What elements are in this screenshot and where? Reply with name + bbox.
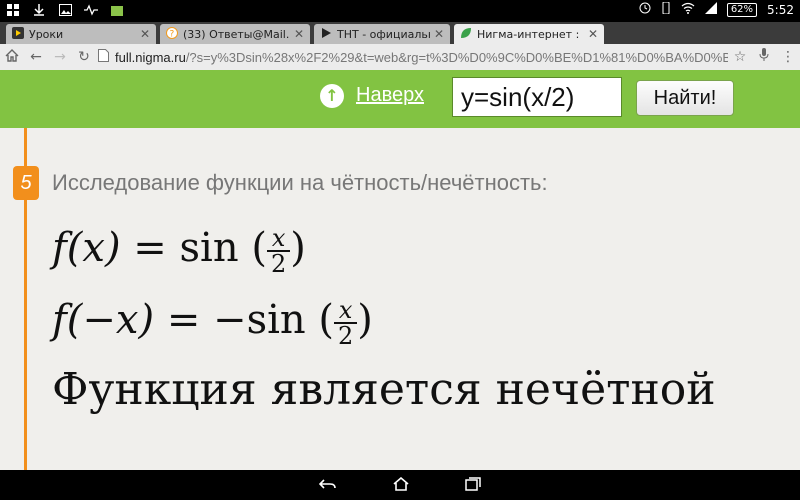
equation-lhs: f(−x) <box>52 297 155 343</box>
vibrate-icon <box>661 1 671 17</box>
alarm-icon <box>639 2 651 17</box>
back-icon[interactable] <box>318 476 337 495</box>
search-button[interactable]: Найти! <box>636 80 734 116</box>
play-icon <box>320 27 332 42</box>
close-icon[interactable]: ✕ <box>588 27 598 41</box>
tab-title: Уроки <box>29 27 64 41</box>
reload-icon[interactable]: ↻ <box>72 49 96 65</box>
notification-icons <box>6 3 124 17</box>
recent-apps-icon[interactable] <box>465 476 481 495</box>
url-field[interactable]: full.nigma.ru/?s=y%3Dsin%28x%2F2%29&t=we… <box>115 50 728 65</box>
tab-title: (33) Ответы@Mail.Ru <box>183 27 290 41</box>
tab-otvety[interactable]: ? (33) Ответы@Mail.Ru ✕ <box>160 24 310 44</box>
system-nav-bar <box>0 470 800 500</box>
forward-arrow-icon[interactable]: → <box>48 49 72 65</box>
address-bar: ← → ↻ full.nigma.ru/?s=y%3Dsin%28x%2F2%2… <box>0 44 800 71</box>
equation-lhs: f(x) <box>52 225 121 271</box>
svg-text:?: ? <box>170 29 175 39</box>
microphone-icon[interactable] <box>752 48 776 66</box>
arrow-up-icon[interactable]: ↑ <box>320 84 344 108</box>
play-icon <box>12 26 24 42</box>
back-to-top-link[interactable]: Наверх <box>356 84 424 107</box>
tab-tnt[interactable]: ТНТ - официальная ✕ <box>314 24 450 44</box>
close-icon[interactable]: ✕ <box>140 27 150 41</box>
solution-content: 5 Исследование функции на чётность/нечёт… <box>0 128 800 470</box>
tab-nigma[interactable]: Нигма-интернет : ✕ <box>454 24 604 44</box>
tab-strip: Уроки ✕ ? (33) Ответы@Mail.Ru ✕ ТНТ - оф… <box>0 22 800 44</box>
tab-title: Нигма-интернет : <box>477 27 580 41</box>
step-heading: Исследование функции на чётность/нечётно… <box>52 170 548 195</box>
equation-function: −sin <box>213 297 306 343</box>
signal-icon <box>704 2 717 17</box>
back-arrow-icon[interactable]: ← <box>24 49 48 65</box>
equation-f-x: f(x) = sin (x 2) <box>52 224 306 278</box>
overflow-menu-icon[interactable]: ⋮ <box>776 49 800 65</box>
tab-uroki[interactable]: Уроки ✕ <box>6 24 156 44</box>
fraction: x2 <box>266 226 291 276</box>
equation-f-minus-x: f(−x) = −sin (x 2) <box>52 296 373 350</box>
apps-grid-icon <box>6 3 20 17</box>
leaf-icon <box>460 27 472 42</box>
equation-function: sin <box>179 225 239 271</box>
clock: 5:52 <box>767 2 794 17</box>
status-bar: 62% 5:52 <box>0 0 800 22</box>
activity-icon <box>84 3 98 17</box>
download-icon <box>32 3 46 17</box>
question-icon: ? <box>166 26 178 42</box>
close-icon[interactable]: ✕ <box>294 27 304 41</box>
battery-indicator: 62% <box>726 2 758 17</box>
system-status: 62% 5:52 <box>639 1 794 17</box>
page-icon <box>98 48 109 66</box>
tab-title: ТНТ - официальная <box>337 27 430 41</box>
step-number-badge: 5 <box>13 166 39 200</box>
search-input[interactable] <box>452 77 622 117</box>
fraction: x2 <box>333 298 358 348</box>
store-icon <box>110 3 124 17</box>
home-icon[interactable] <box>0 48 24 66</box>
wifi-icon <box>681 2 695 17</box>
home-icon[interactable] <box>393 476 409 495</box>
parity-conclusion: Функция является нечётной <box>52 364 716 415</box>
image-icon <box>58 3 72 17</box>
star-icon[interactable]: ☆ <box>728 49 752 65</box>
close-icon[interactable]: ✕ <box>434 27 444 41</box>
